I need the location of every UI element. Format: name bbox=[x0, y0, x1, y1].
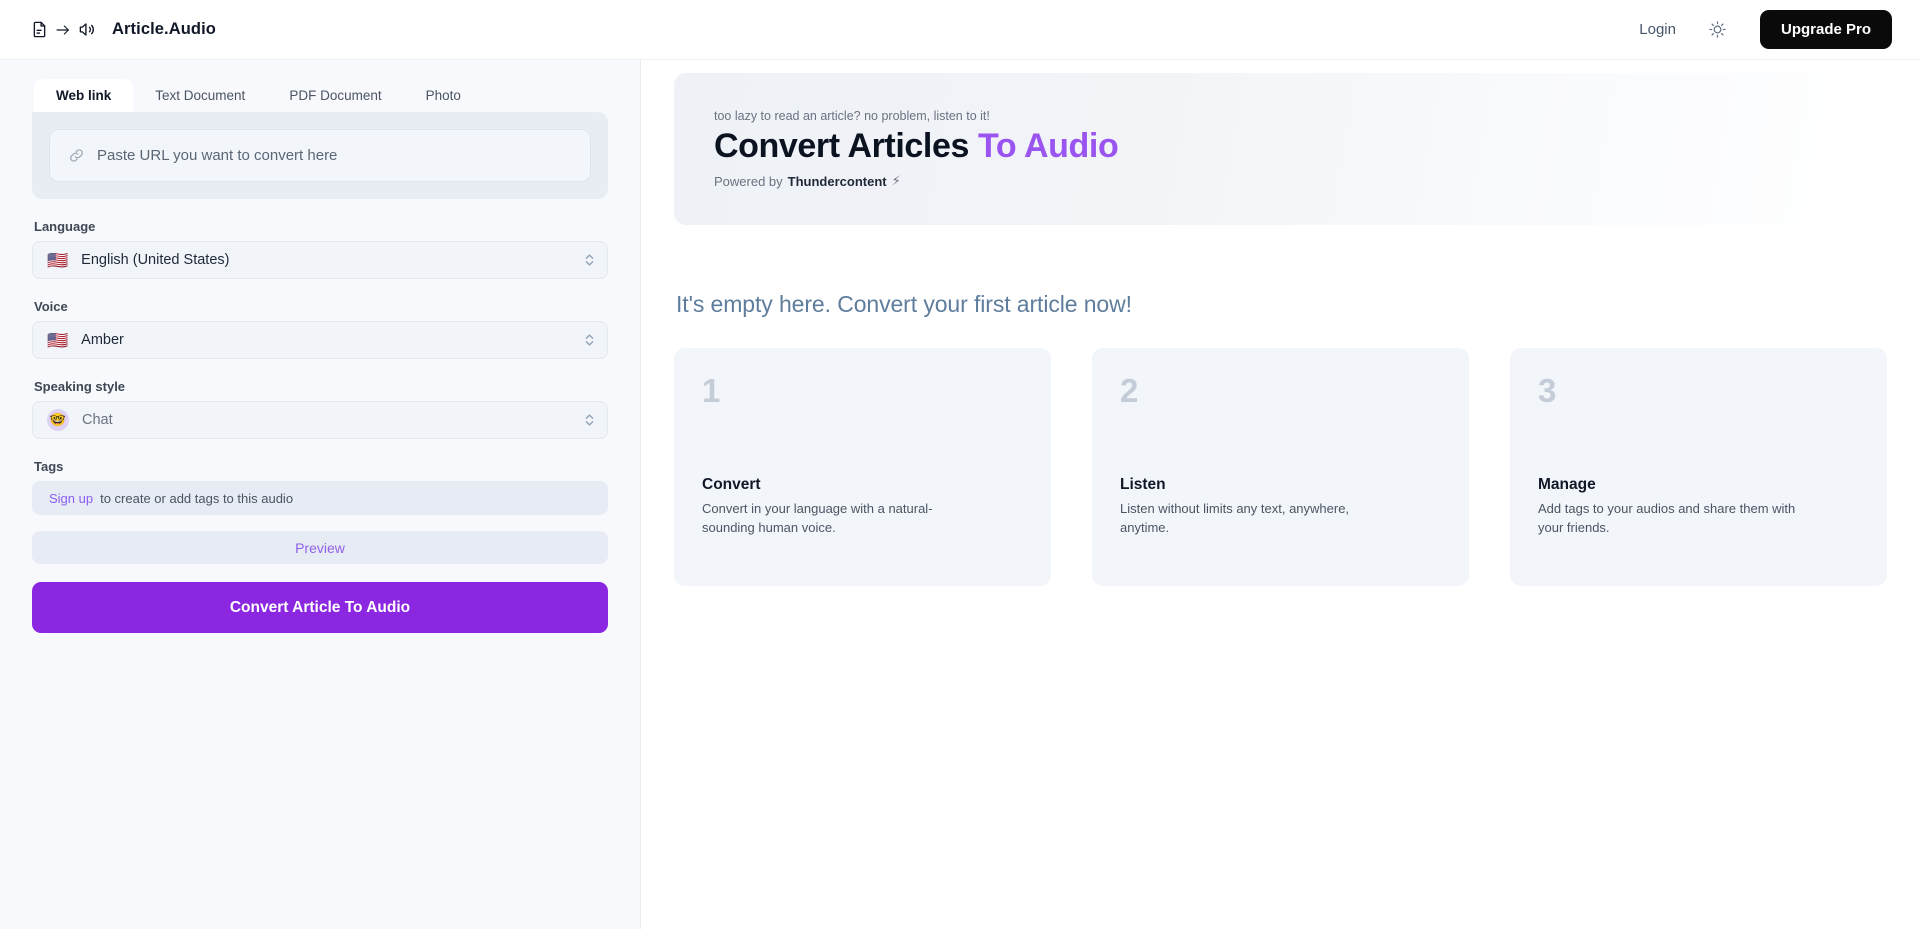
tab-text-document[interactable]: Text Document bbox=[133, 79, 267, 112]
voice-label: Voice bbox=[34, 299, 68, 314]
arrow-right-icon bbox=[56, 24, 69, 35]
link-icon bbox=[70, 149, 83, 162]
speaker-icon bbox=[79, 23, 94, 36]
card-title: Listen bbox=[1120, 476, 1166, 494]
login-link[interactable]: Login bbox=[1639, 21, 1676, 38]
us-flag-icon: 🇺🇸 bbox=[47, 330, 69, 350]
hero-title-dark: Convert Articles bbox=[714, 127, 969, 165]
language-value: English (United States) bbox=[81, 252, 230, 268]
lightning-bolt-icon: ⚡ bbox=[891, 173, 901, 189]
url-input-panel: Paste URL you want to convert here bbox=[32, 112, 608, 199]
speaking-style-select[interactable]: 🤓 Chat bbox=[32, 401, 608, 439]
language-select[interactable]: 🇺🇸 English (United States) bbox=[32, 241, 608, 279]
tags-hint-text: to create or add tags to this audio bbox=[100, 490, 294, 506]
tags-label: Tags bbox=[34, 459, 64, 474]
logo-mark bbox=[30, 20, 98, 39]
card-body: Convert Convert in your language with a … bbox=[702, 476, 1023, 538]
language-label: Language bbox=[34, 219, 96, 234]
tab-web-link[interactable]: Web link bbox=[34, 79, 134, 112]
voice-select[interactable]: 🇺🇸 Amber bbox=[32, 321, 608, 359]
card-body: Manage Add tags to your audios and share… bbox=[1538, 476, 1859, 538]
card-body: Listen Listen without limits any text, a… bbox=[1120, 476, 1441, 538]
speaking-style-value: Chat bbox=[82, 412, 113, 428]
powered-by-prefix: Powered by bbox=[714, 173, 783, 189]
theme-toggle-button[interactable] bbox=[1704, 16, 1732, 44]
sign-up-link[interactable]: Sign up bbox=[49, 491, 93, 506]
card-description: Add tags to your audios and share them w… bbox=[1538, 501, 1796, 536]
hero-title: Convert Articles To Audio bbox=[714, 126, 1920, 166]
tab-photo[interactable]: Photo bbox=[404, 79, 483, 112]
hero-title-accent: To Audio bbox=[978, 127, 1119, 165]
card-description: Listen without limits any text, anywhere… bbox=[1120, 501, 1350, 536]
tab-pdf-document[interactable]: PDF Document bbox=[267, 79, 403, 112]
page-body: Web link Text Document PDF Document Phot… bbox=[0, 60, 1920, 929]
url-input-placeholder: Paste URL you want to convert here bbox=[97, 147, 338, 164]
hero-banner: too lazy to read an article? no problem,… bbox=[674, 73, 1920, 225]
preview-button[interactable]: Preview bbox=[32, 531, 608, 564]
powered-by: Powered by Thundercontent ⚡ bbox=[714, 173, 1920, 189]
card-description: Convert in your language with a natural-… bbox=[702, 501, 933, 536]
us-flag-icon: 🇺🇸 bbox=[47, 250, 69, 270]
chevron-updown-icon bbox=[584, 412, 595, 428]
card-number: 1 bbox=[702, 372, 721, 409]
url-input[interactable]: Paste URL you want to convert here bbox=[49, 129, 591, 182]
source-type-tabs: Web link Text Document PDF Document Phot… bbox=[32, 78, 608, 112]
nerd-face-icon: 🤓 bbox=[47, 409, 69, 431]
hero-kicker: too lazy to read an article? no problem,… bbox=[714, 109, 990, 123]
tags-signup-banner: Sign up to create or add tags to this au… bbox=[32, 481, 608, 515]
convert-article-button[interactable]: Convert Article To Audio bbox=[32, 582, 608, 633]
onboarding-card: 3 Manage Add tags to your audios and sha… bbox=[1510, 348, 1887, 586]
onboarding-cards: 1 Convert Convert in your language with … bbox=[674, 348, 1920, 586]
card-number: 3 bbox=[1538, 372, 1557, 409]
app-logo[interactable]: Article.Audio bbox=[30, 20, 216, 39]
voice-value: Amber bbox=[81, 332, 124, 348]
app-title: Article.Audio bbox=[112, 20, 216, 38]
card-title: Convert bbox=[702, 476, 761, 494]
onboarding-card: 2 Listen Listen without limits any text,… bbox=[1092, 348, 1469, 586]
chevron-updown-icon bbox=[584, 252, 595, 268]
upgrade-pro-button[interactable]: Upgrade Pro bbox=[1759, 10, 1892, 49]
chevron-updown-icon bbox=[584, 332, 595, 348]
powered-by-brand: Thundercontent bbox=[787, 173, 887, 189]
main-content: too lazy to read an article? no problem,… bbox=[641, 60, 1920, 929]
app-header: Article.Audio Login Upgrade Pro bbox=[0, 0, 1920, 60]
onboarding-card: 1 Convert Convert in your language with … bbox=[674, 348, 1051, 586]
empty-state-title: It's empty here. Convert your first arti… bbox=[676, 291, 1132, 317]
card-number: 2 bbox=[1120, 372, 1139, 409]
card-title: Manage bbox=[1538, 476, 1596, 494]
sun-icon bbox=[1709, 21, 1727, 38]
document-icon bbox=[33, 21, 46, 38]
header-actions: Login Upgrade Pro bbox=[1639, 10, 1892, 49]
speaking-style-label: Speaking style bbox=[34, 379, 126, 394]
converter-sidebar: Web link Text Document PDF Document Phot… bbox=[0, 60, 641, 929]
